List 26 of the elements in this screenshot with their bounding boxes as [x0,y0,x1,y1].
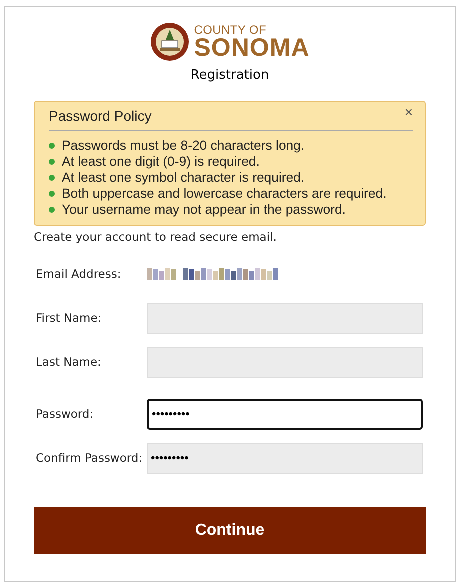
field-label: First Name: [36,311,103,325]
policy-rule: At least one symbol character is required. [62,170,305,186]
logo-text: SONOMA [194,36,310,60]
field-label: Email Address: [36,267,122,281]
input-field[interactable] [147,346,423,378]
bullet-icon [49,159,55,165]
logo-text: COUNTY OF [194,24,268,36]
bullet-icon [49,175,55,181]
policy-rule: Your username may not appear in the password. [62,202,346,218]
input-field[interactable]: ••••••••• [147,442,423,474]
input-field[interactable]: ••••••••• [147,398,423,430]
bullet-icon [49,207,55,213]
policy-rule: Both uppercase and lowercase characters are required. [62,186,387,202]
policy-rule: At least one digit (0-9) is required. [62,154,260,170]
bullet-icon [49,143,55,149]
policy-rule: Passwords must be 8-20 characters long. [62,138,305,154]
continue-button[interactable]: Continue [34,507,426,554]
close-button[interactable]: × [404,104,413,120]
county-seal-icon [150,22,190,62]
bullet-icon [49,191,55,197]
intro-text: Create your account to read secure email. [34,230,278,244]
field-label: Confirm Password: [36,451,144,465]
page-title: Registration [190,68,270,83]
input-field[interactable] [147,302,423,334]
field-label: Last Name: [36,355,102,369]
field-label: Password: [36,407,95,421]
